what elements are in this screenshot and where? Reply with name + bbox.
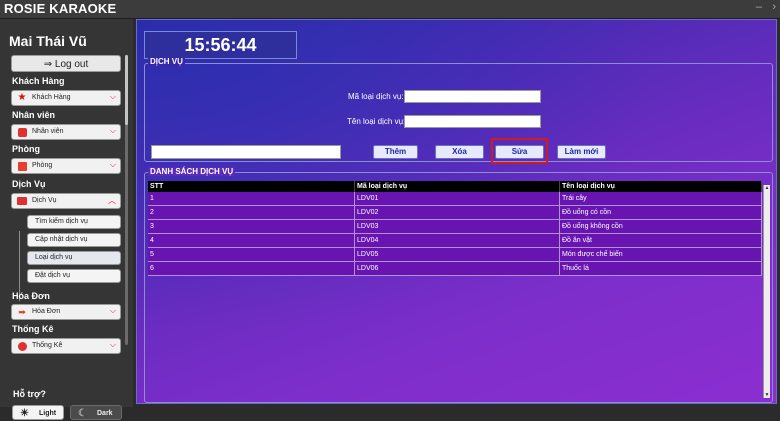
delete-button[interactable]: Xóa: [435, 145, 484, 159]
scroll-down-icon[interactable]: ▼: [764, 392, 770, 398]
dropdown-label: Hóa Đơn: [32, 308, 61, 315]
ten-loai-input[interactable]: [404, 115, 541, 128]
chevron-down-icon: ⌵: [109, 340, 116, 349]
stats-icon: [16, 341, 28, 351]
ma-loai-input[interactable]: [404, 90, 541, 103]
light-label: Light: [39, 410, 57, 417]
table-title: DANH SÁCH DỊCH VỤ: [148, 167, 236, 176]
dark-label: Dark: [97, 410, 113, 417]
edit-button-highlight: [491, 138, 548, 164]
table-row[interactable]: 1 LDV01 Trái cây: [148, 192, 762, 206]
clock: 15:56:44: [144, 31, 297, 59]
table-row[interactable]: 5 LDV05 Món được chế biến: [148, 248, 762, 262]
scroll-up-icon[interactable]: ▲: [764, 185, 770, 191]
cell-ma-loai: LDV05: [355, 248, 560, 261]
table-header: STT Mã loại dịch vụ Tên loại dịch vụ: [148, 181, 762, 192]
cell-stt: 4: [148, 234, 355, 247]
section-label-hoa-don: Hóa Đơn: [12, 291, 50, 301]
title-bar: ROSIE KARAOKE – ›: [0, 0, 780, 19]
dropdown-hoa-don[interactable]: ➡ Hóa Đơn ⌵: [11, 304, 121, 320]
logout-icon: ⇒: [43, 59, 53, 70]
table-row[interactable]: 3 LDV03 Đồ uống không cồn: [148, 220, 762, 234]
column-header-ten-loai[interactable]: Tên loại dịch vụ: [560, 181, 762, 192]
sun-icon: ☀: [20, 408, 29, 419]
cell-ma-loai: LDV01: [355, 192, 560, 205]
chevron-down-icon: ⌵: [109, 126, 116, 135]
table-scrollbar[interactable]: ▲ ▼: [763, 185, 770, 398]
service-type-table: STT Mã loại dịch vụ Tên loại dịch vụ 1 L…: [148, 181, 762, 276]
invoice-icon: ➡: [18, 307, 26, 317]
moon-icon: ☾: [78, 408, 87, 419]
dropdown-phong[interactable]: Phòng ⌵: [11, 158, 121, 174]
dropdown-label: Dịch Vụ: [32, 197, 57, 204]
dropdown-khach-hang[interactable]: ★ Khách Hàng ⌵: [11, 90, 121, 106]
dark-theme-button[interactable]: ☾ Dark: [70, 405, 122, 420]
employee-icon: [16, 127, 28, 137]
column-header-ma-loai[interactable]: Mã loại dịch vụ: [355, 181, 560, 192]
section-label-dich-vu: Dịch Vụ: [12, 179, 46, 189]
minimize-icon[interactable]: –: [756, 1, 762, 13]
subitem-tim-kiem-dich-vu[interactable]: Tìm kiếm dịch vụ: [27, 215, 121, 229]
section-label-nhan-vien: Nhân viên: [12, 110, 56, 120]
sidebar: Mai Thái Vũ ⇒ Log out Khách Hàng ★ Khách…: [0, 19, 133, 420]
cell-ten-loai: Đồ uống không cồn: [560, 220, 762, 233]
dropdown-nhan-vien[interactable]: Nhân viên ⌵: [11, 124, 121, 140]
section-label-khach-hang: Khách Hàng: [12, 76, 65, 86]
dropdown-label: Phòng: [32, 162, 53, 169]
logout-button[interactable]: ⇒ Log out: [11, 55, 121, 72]
subitem-dat-dich-vu[interactable]: Đặt dịch vụ: [27, 269, 121, 283]
ma-loai-label: Mã loại dịch vụ:: [348, 92, 404, 101]
table-row[interactable]: 6 LDV06 Thuốc lá: [148, 262, 762, 276]
subitem-cap-nhat-dich-vu[interactable]: Cập nhật dịch vụ: [27, 233, 121, 247]
chevron-down-icon: ⌵: [109, 306, 116, 315]
table-row[interactable]: 2 LDV02 Đồ uống có cồn: [148, 206, 762, 220]
dropdown-thong-ke[interactable]: Thống Kê ⌵: [11, 338, 121, 354]
service-list-group: DANH SÁCH DỊCH VỤ STT Mã loại dịch vụ Tê…: [144, 167, 773, 403]
cell-ma-loai: LDV06: [355, 262, 560, 275]
room-icon: [16, 161, 28, 171]
logout-label: Log out: [54, 59, 89, 70]
light-theme-button[interactable]: ☀ Light: [12, 405, 64, 420]
dropdown-dich-vu[interactable]: Dịch Vụ ︿: [11, 193, 121, 209]
app-title: ROSIE KARAOKE: [4, 1, 117, 16]
cell-stt: 3: [148, 220, 355, 233]
cell-ma-loai: LDV04: [355, 234, 560, 247]
dropdown-label: Thống Kê: [32, 342, 63, 349]
cell-stt: 2: [148, 206, 355, 219]
add-button[interactable]: Thêm: [373, 145, 418, 159]
sidebar-scroll-thumb[interactable]: [125, 55, 128, 125]
user-name: Mai Thái Vũ: [9, 33, 87, 49]
refresh-button[interactable]: Làm mới: [557, 145, 606, 159]
chevron-down-icon: ⌵: [109, 92, 116, 101]
service-group-title: DỊCH VỤ: [148, 57, 185, 66]
cell-stt: 5: [148, 248, 355, 261]
cell-ten-loai: Món được chế biến: [560, 248, 762, 261]
cell-ma-loai: LDV02: [355, 206, 560, 219]
support-label[interactable]: Hỗ trợ?: [13, 389, 46, 399]
dropdown-label: Nhân viên: [32, 128, 64, 135]
dropdown-label: Khách Hàng: [32, 94, 71, 101]
table-row[interactable]: 4 LDV04 Đồ ăn vặt: [148, 234, 762, 248]
ten-loai-label: Tên loại dịch vụ:: [347, 117, 406, 126]
column-header-stt[interactable]: STT: [148, 181, 355, 192]
cell-ten-loai: Đồ uống có cồn: [560, 206, 762, 219]
chevron-up-icon: ︿: [108, 196, 116, 205]
cell-stt: 6: [148, 262, 355, 275]
chevron-down-icon: ⌵: [109, 160, 116, 169]
cell-stt: 1: [148, 192, 355, 205]
star-icon: ★: [17, 92, 27, 103]
maximize-icon[interactable]: ›: [772, 1, 776, 13]
subitem-loai-dich-vu[interactable]: Loại dịch vụ: [27, 251, 121, 265]
search-input[interactable]: [151, 145, 341, 159]
main-panel: 15:56:44 DỊCH VỤ Mã loại dịch vụ: Tên lo…: [136, 19, 777, 404]
section-label-thong-ke: Thống Kê: [12, 324, 54, 334]
service-icon: [16, 196, 28, 206]
cell-ten-loai: Đồ ăn vặt: [560, 234, 762, 247]
cell-ten-loai: Trái cây: [560, 192, 762, 205]
cell-ten-loai: Thuốc lá: [560, 262, 762, 275]
cell-ma-loai: LDV03: [355, 220, 560, 233]
section-label-phong: Phòng: [12, 144, 40, 154]
